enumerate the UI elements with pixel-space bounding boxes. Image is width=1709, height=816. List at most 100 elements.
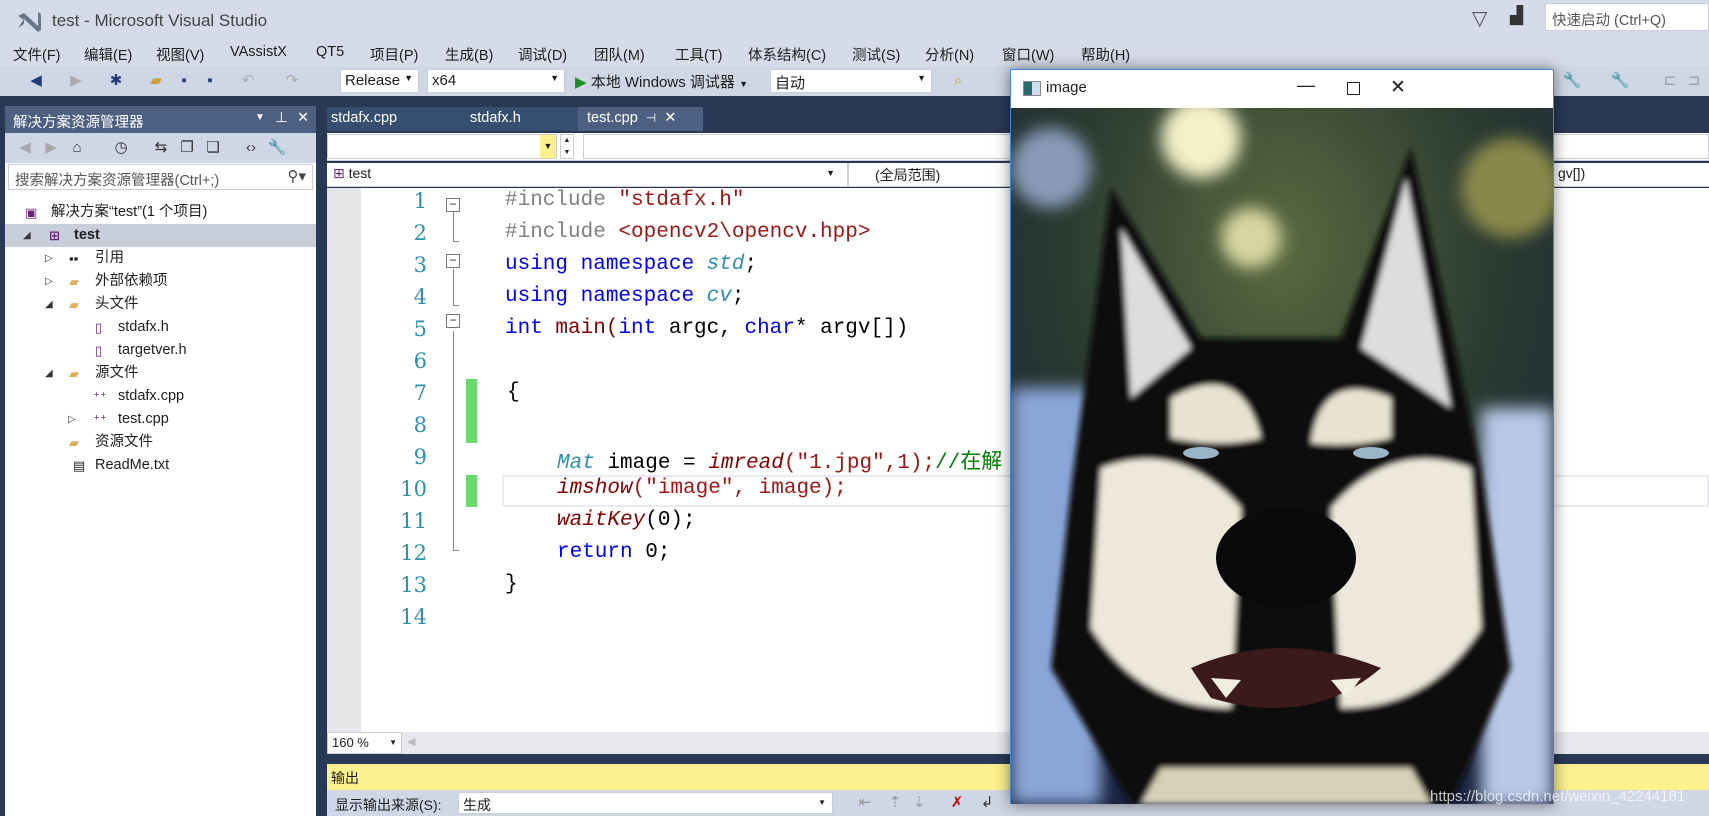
tree-item-project-test[interactable]: ◢ ⊞ test (5, 224, 316, 247)
collapsed-arrow-icon[interactable]: ▷ (45, 247, 53, 270)
tree-label: 解决方案“test”(1 个项目) (51, 204, 208, 220)
tree-label: stdafx.cpp (118, 388, 185, 404)
tree-item-solution[interactable]: ▣ 解决方案“test”(1 个项目) (5, 201, 316, 224)
tree-item-source-files[interactable]: ◢ ▰ 源文件 (5, 362, 316, 385)
home-icon[interactable]: ⌂ (67, 138, 87, 158)
line-number: 12 (400, 541, 427, 565)
cpp-project-icon: ⊞ (333, 165, 345, 181)
collapse-icon[interactable]: − (446, 314, 460, 328)
collapse-all-icon[interactable]: ❐ (177, 138, 197, 158)
menu-edit[interactable]: 编辑(E) (84, 44, 132, 65)
tree-item-header-files[interactable]: ◢ ▰ 头文件 (5, 293, 316, 316)
quick-launch-input[interactable]: 快速启动 (Ctrl+Q) (1545, 3, 1709, 31)
maximize-icon[interactable] (1347, 82, 1360, 95)
menu-analyze[interactable]: 分析(N) (925, 44, 974, 65)
menu-help[interactable]: 帮助(H) (1081, 44, 1130, 65)
va-context-select[interactable]: ▼ (327, 134, 557, 159)
settings-wrench-icon[interactable]: 🔧 (1610, 71, 1630, 91)
account-icon[interactable]: ▟ (1510, 6, 1523, 26)
tab-test-cpp[interactable]: test.cpp ⊣ ✕ (578, 107, 703, 131)
menu-debug[interactable]: 调试(D) (518, 44, 567, 65)
find-in-files-icon[interactable]: ⌕ (948, 71, 968, 91)
tab-stdafx-h[interactable]: stdafx.h (458, 107, 578, 131)
member-select[interactable]: gv[]) (1554, 163, 1589, 183)
pin-icon[interactable]: ⊣ (646, 111, 656, 125)
collapsed-arrow-icon[interactable]: ▷ (45, 270, 53, 293)
platform-select[interactable]: x64 ▼ (427, 69, 565, 93)
navigate-forward-icon[interactable]: ▶ (66, 71, 86, 91)
tree-item-external-deps[interactable]: ▷ ▰ 外部依赖项 (5, 270, 316, 293)
tree-item-references[interactable]: ▷ ▪▪ 引用 (5, 247, 316, 270)
undo-icon[interactable]: ↶ (238, 71, 258, 91)
back-icon[interactable]: ◀ (15, 138, 35, 158)
tree-item-stdafx-h[interactable]: ▯ stdafx.h (5, 316, 316, 339)
debug-mode-select[interactable]: 自动 ▼ (770, 69, 932, 93)
wrench-icon[interactable]: 🔧 (1562, 71, 1582, 91)
open-file-icon[interactable]: ▰ (146, 71, 166, 91)
navigate-back-icon[interactable]: ◀ (26, 71, 46, 91)
forward-icon[interactable]: ▶ (41, 138, 61, 158)
sync-icon[interactable]: ⇆ (151, 138, 171, 158)
menu-team[interactable]: 团队(M) (594, 44, 645, 65)
tree-item-resource-files[interactable]: ▰ 资源文件 (5, 431, 316, 454)
save-all-icon[interactable]: ▪ (200, 71, 220, 91)
close-icon[interactable]: ✕ (1390, 76, 1406, 99)
expanded-arrow-icon[interactable]: ◢ (45, 362, 53, 385)
properties-wrench-icon[interactable]: 🔧 (267, 138, 287, 158)
next-message-icon[interactable]: ⇣ (909, 793, 929, 813)
new-project-icon[interactable]: ✱ (106, 71, 126, 91)
cpp-project-icon: ⊞ (49, 228, 60, 243)
collapsed-arrow-icon[interactable]: ▷ (68, 408, 76, 431)
tree-item-targetver-h[interactable]: ▯ targetver.h (5, 339, 316, 362)
image-window-title-bar[interactable]: image — ✕ (1011, 70, 1553, 108)
find-message-icon[interactable]: ⇤ (855, 793, 875, 813)
menu-tools[interactable]: 工具(T) (675, 44, 723, 65)
configuration-select[interactable]: Release ▼ (340, 69, 419, 93)
collapse-icon[interactable]: − (446, 198, 460, 212)
menu-view[interactable]: 视图(V) (156, 44, 204, 65)
pin-icon[interactable]: ⊥ (275, 110, 288, 126)
save-icon[interactable]: ▪ (174, 71, 194, 91)
member-value: gv[]) (1558, 165, 1586, 181)
solution-search-input[interactable]: 搜索解决方案资源管理器(Ctrl+;) ⚲▾ (8, 164, 313, 190)
menu-qt5[interactable]: QT5 (316, 44, 344, 60)
tree-item-readme[interactable]: ▤ ReadMe.txt (5, 454, 316, 477)
menu-window[interactable]: 窗口(W) (1002, 44, 1054, 65)
spin-buttons[interactable]: ▲ ▼ (560, 134, 574, 159)
close-tab-icon[interactable]: ✕ (664, 110, 676, 126)
chevron-down-icon: ▼ (826, 168, 835, 178)
feedback-filter-icon[interactable]: ▽ (1472, 6, 1487, 31)
prev-message-icon[interactable]: ⇡ (885, 793, 905, 813)
tree-item-test-cpp[interactable]: ▷ ⁺⁺ test.cpp (5, 408, 316, 431)
zoom-select[interactable]: 160 % ▼ (327, 732, 402, 754)
menu-vassistx[interactable]: VAssistX (230, 44, 287, 60)
word-wrap-icon[interactable]: ↲ (977, 793, 997, 813)
tab-stdafx-cpp[interactable]: stdafx.cpp (327, 107, 458, 131)
collapse-icon[interactable]: − (446, 254, 460, 268)
menu-file[interactable]: 文件(F) (13, 44, 61, 65)
dropdown-icon[interactable]: ▼ (255, 112, 265, 123)
clear-all-icon[interactable]: ✗ (947, 793, 967, 813)
align-icon[interactable]: ⊏ (1660, 71, 1680, 91)
tree-label: stdafx.h (118, 319, 169, 335)
menu-build[interactable]: 生成(B) (445, 44, 493, 65)
tree-item-stdafx-cpp[interactable]: ⁺⁺ stdafx.cpp (5, 385, 316, 408)
layout-icon[interactable]: ⊐ (1684, 71, 1704, 91)
code-line-11: waitKey(0); (557, 509, 696, 532)
start-debugging-button[interactable]: ▶ 本地 Windows 调试器 ▼ (575, 71, 748, 92)
close-icon[interactable]: ✕ (297, 110, 309, 126)
pending-changes-icon[interactable]: ◷ (111, 138, 131, 158)
scroll-left-icon[interactable]: ◀ (407, 735, 415, 748)
minimize-icon[interactable]: — (1297, 75, 1315, 96)
show-all-files-icon[interactable]: ❏ (203, 138, 223, 158)
output-source-select[interactable]: 生成 ▼ (458, 792, 833, 814)
menu-test[interactable]: 测试(S) (852, 44, 900, 65)
expanded-arrow-icon[interactable]: ◢ (45, 293, 53, 316)
redo-icon[interactable]: ↷ (282, 71, 302, 91)
expanded-arrow-icon[interactable]: ◢ (23, 224, 31, 247)
code-line-12: return 0; (557, 541, 671, 564)
menu-architecture[interactable]: 体系结构(C) (748, 44, 826, 65)
view-code-icon[interactable]: ‹› (241, 138, 261, 158)
menu-project[interactable]: 项目(P) (370, 44, 418, 65)
project-select[interactable]: ⊞ test ▼ (327, 163, 843, 186)
